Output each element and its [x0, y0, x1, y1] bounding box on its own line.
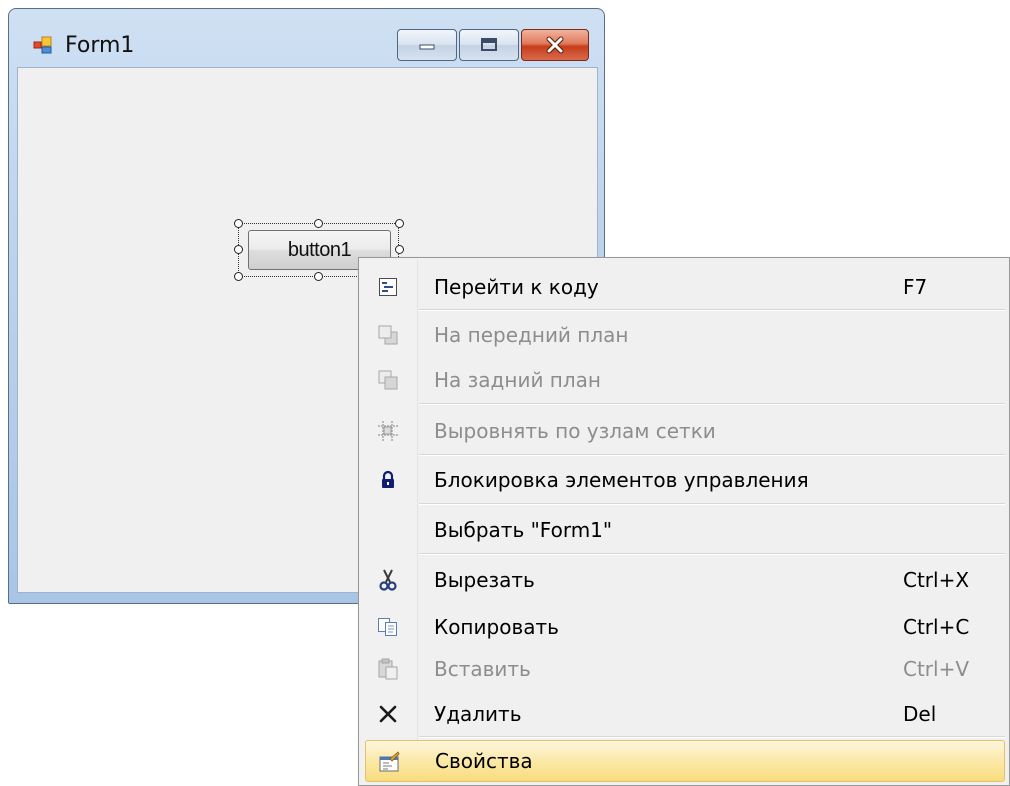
menu-item-view-code[interactable]: Перейти к коду F7 — [361, 266, 1007, 308]
menu-item-bring-to-front[interactable]: На передний план — [361, 314, 1007, 356]
copy-icon — [377, 616, 399, 638]
resize-handle-top-left[interactable] — [234, 219, 243, 228]
menu-label: На передний план — [434, 323, 629, 347]
title-bar[interactable]: Form1 — [9, 9, 604, 67]
properties-icon — [378, 751, 400, 773]
resize-handle-bottom[interactable] — [314, 272, 323, 281]
cut-icon — [377, 569, 399, 591]
menu-item-lock-controls[interactable]: Блокировка элементов управления — [361, 459, 1007, 501]
context-menu: Перейти к коду F7 На передний план На за… — [358, 257, 1010, 786]
minimize-icon — [419, 44, 435, 50]
menu-label: Блокировка элементов управления — [434, 468, 809, 492]
menu-label: Удалить — [434, 702, 522, 726]
resize-handle-right[interactable] — [395, 245, 404, 254]
maximize-icon — [481, 38, 497, 51]
menu-item-align-to-grid[interactable]: Выровнять по узлам сетки — [361, 410, 1007, 452]
menu-shortcut: Ctrl+V — [903, 657, 970, 681]
form-app-icon — [33, 35, 53, 55]
resize-handle-top-right[interactable] — [395, 219, 404, 228]
menu-shortcut: Ctrl+X — [903, 568, 970, 592]
menu-label: Копировать — [434, 615, 559, 639]
menu-label: На задний план — [434, 368, 601, 392]
menu-separator — [419, 736, 1005, 738]
menu-item-copy[interactable]: Копировать Ctrl+C — [361, 606, 1007, 648]
align-to-grid-icon — [377, 420, 399, 442]
close-button[interactable] — [521, 29, 589, 61]
window-title: Form1 — [65, 33, 135, 58]
view-code-icon — [377, 276, 399, 298]
delete-icon — [377, 703, 399, 725]
resize-handle-bottom-left[interactable] — [234, 272, 243, 281]
menu-separator — [419, 503, 1005, 505]
menu-item-paste[interactable]: Вставить Ctrl+V — [361, 648, 1007, 690]
menu-separator — [419, 553, 1005, 555]
resize-handle-left[interactable] — [234, 245, 243, 254]
send-to-back-icon — [377, 369, 399, 391]
lock-icon — [377, 469, 399, 491]
paste-icon — [377, 658, 399, 680]
menu-label: Вырезать — [434, 568, 535, 592]
resize-handle-top[interactable] — [314, 219, 323, 228]
bring-to-front-icon — [377, 324, 399, 346]
menu-item-select-form1[interactable]: Выбрать "Form1" — [361, 509, 1007, 551]
menu-separator — [419, 403, 1005, 405]
menu-item-cut[interactable]: Вырезать Ctrl+X — [361, 559, 1007, 601]
menu-item-delete[interactable]: Удалить Del — [361, 693, 1007, 735]
menu-item-properties[interactable]: Свойства — [365, 740, 1005, 782]
close-icon — [546, 36, 564, 54]
menu-shortcut: Del — [903, 702, 937, 726]
menu-shortcut: Ctrl+C — [903, 615, 970, 639]
menu-label: Вставить — [434, 657, 531, 681]
menu-separator — [419, 309, 1005, 311]
menu-label: Выровнять по узлам сетки — [434, 419, 716, 443]
menu-label: Выбрать "Form1" — [434, 518, 613, 542]
maximize-button[interactable] — [459, 29, 519, 61]
minimize-button[interactable] — [397, 29, 457, 61]
menu-item-send-to-back[interactable]: На задний план — [361, 359, 1007, 401]
menu-label: Перейти к коду — [434, 275, 599, 299]
menu-shortcut: F7 — [903, 275, 928, 299]
menu-label: Свойства — [435, 749, 533, 773]
menu-separator — [419, 454, 1005, 456]
